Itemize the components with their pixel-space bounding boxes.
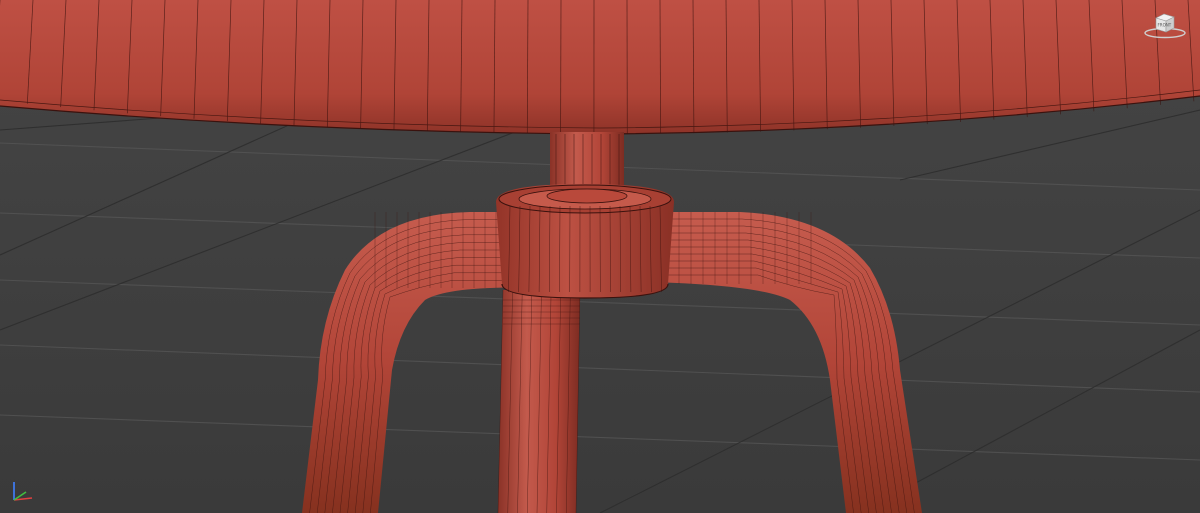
viewcube-label[interactable]: FRONT [1158,23,1172,28]
axis-tripod-icon [13,482,33,501]
viewport-perspective[interactable]: FRONT [0,0,1200,513]
viewport-scene[interactable] [0,0,1200,513]
viewcube-icon[interactable]: FRONT [1142,8,1188,40]
stool-center-post[interactable] [550,132,624,192]
stool-leg-center[interactable] [497,289,581,513]
stool-seat[interactable] [0,0,1200,135]
stool-hub-collar[interactable] [496,184,674,299]
